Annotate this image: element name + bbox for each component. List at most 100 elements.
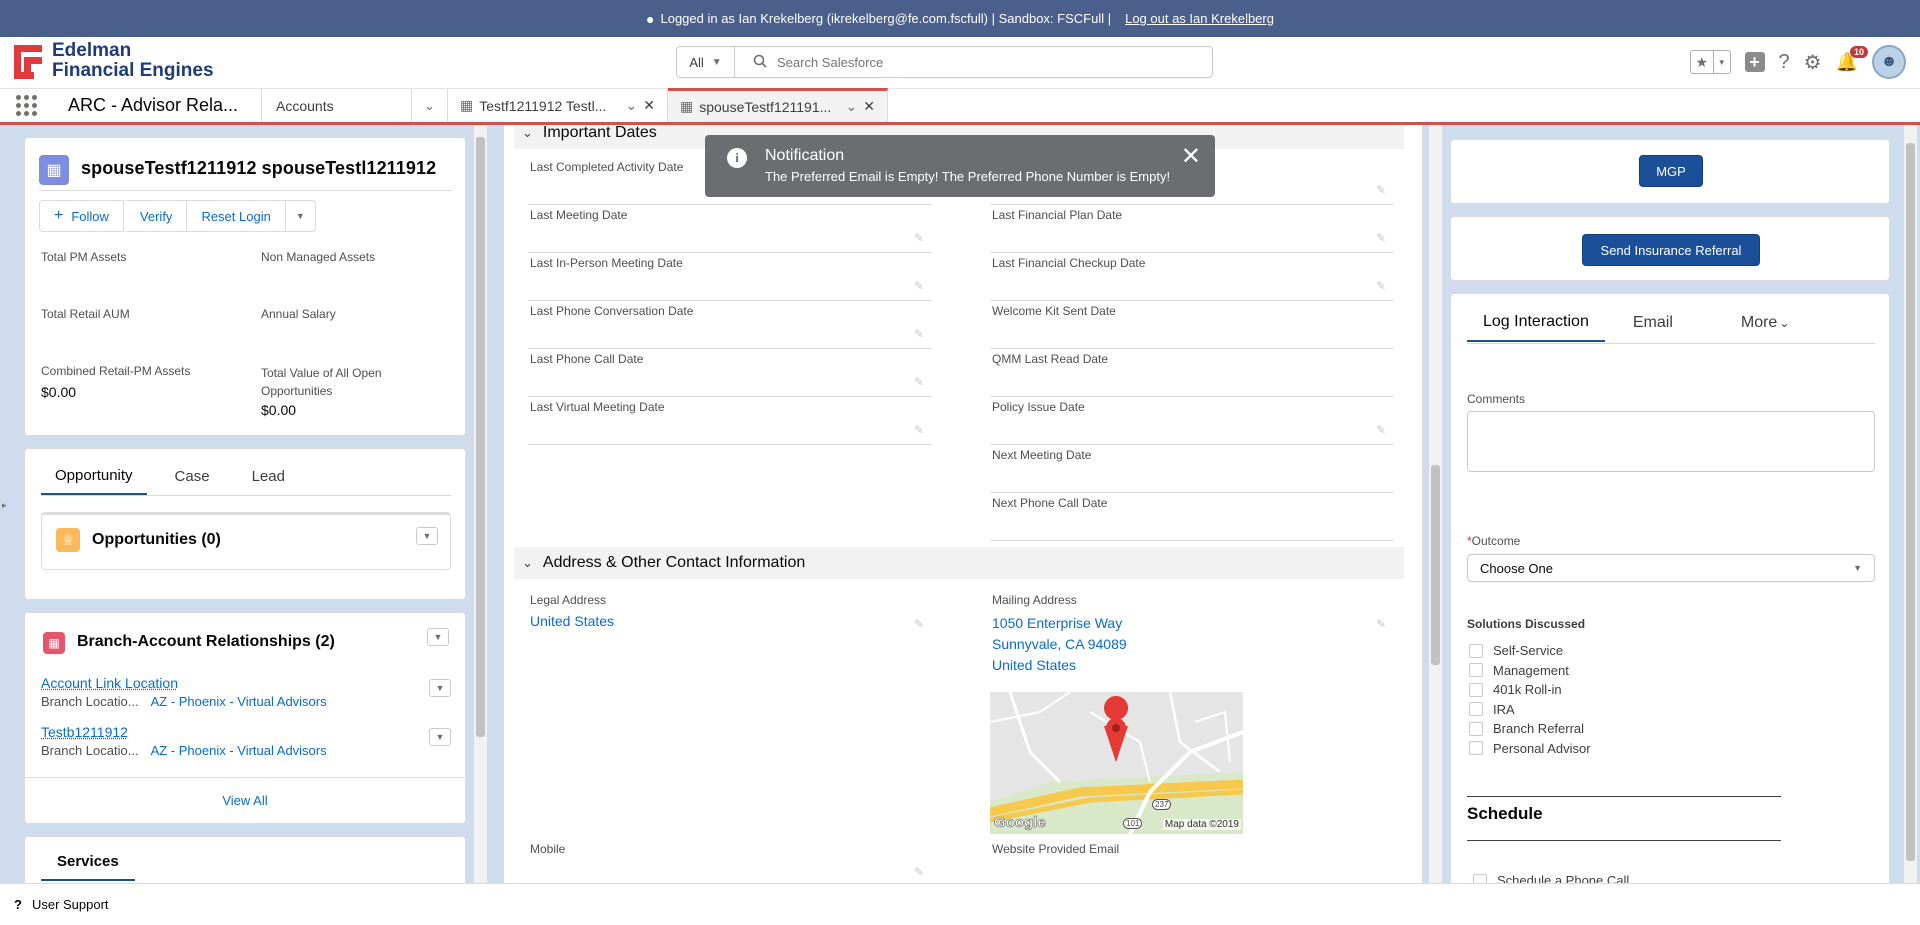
logout-link[interactable]: Log out as Ian Krekelberg: [1125, 11, 1274, 26]
pencil-icon[interactable]: ✎: [1376, 423, 1386, 437]
workspace-tab-1[interactable]: ▦ Testf1211912 Testl... ⌄ ✕: [448, 89, 668, 122]
branch-item-link[interactable]: Testb1211912: [41, 724, 451, 740]
more-actions-button[interactable]: ▼: [285, 200, 316, 232]
item-menu-button[interactable]: ▼: [429, 679, 451, 697]
field-policy-issue-date: Policy Issue Date ✎: [990, 397, 1394, 445]
field-last-phone-call-date: Last Phone Call Date ✎: [528, 349, 932, 397]
mgp-button[interactable]: MGP: [1639, 155, 1703, 187]
pencil-icon[interactable]: ✎: [914, 375, 924, 389]
highlight-field: Combined Retail-PM Assets $0.00: [41, 364, 191, 400]
pencil-icon[interactable]: ✎: [914, 327, 924, 341]
pencil-icon[interactable]: ✎: [1376, 231, 1386, 245]
pencil-icon[interactable]: ✎: [1376, 617, 1386, 631]
nav-item-accounts[interactable]: Accounts: [262, 89, 412, 122]
tab-email[interactable]: Email: [1613, 304, 1693, 342]
tab-more[interactable]: More ⌄: [1721, 304, 1810, 342]
checkbox-box[interactable]: [1469, 663, 1483, 678]
header-utilities: ★ ▼ + ? ⚙ 🔔 10 ☻: [1689, 45, 1906, 79]
reset-login-button[interactable]: Reset Login: [187, 200, 286, 232]
address-map[interactable]: Google 237 101 Map data ©2019: [990, 692, 1243, 834]
outcome-label: *Outcome: [1467, 534, 1521, 548]
map-graphic: [990, 692, 1243, 834]
branch-item-link[interactable]: Account Link Location: [41, 675, 451, 691]
verify-button[interactable]: Verify: [125, 200, 188, 232]
close-icon[interactable]: ✕: [863, 98, 875, 115]
center-scrollbar[interactable]: [1429, 125, 1442, 883]
opportunities-menu-button[interactable]: ▼: [416, 527, 438, 545]
pencil-icon[interactable]: ✎: [1376, 279, 1386, 293]
pencil-icon[interactable]: ✎: [914, 231, 924, 245]
view-all-link[interactable]: View All: [25, 793, 465, 808]
checkbox-management[interactable]: Management: [1469, 661, 1591, 681]
app-launcher-icon[interactable]: [0, 89, 52, 122]
highlight-field: Annual Salary: [261, 307, 336, 321]
add-icon[interactable]: +: [1744, 52, 1765, 72]
item-menu-button[interactable]: ▼: [429, 728, 451, 746]
mailing-address-link[interactable]: 1050 Enterprise Way Sunnyvale, CA 94089 …: [990, 613, 1394, 676]
chevron-down-icon[interactable]: ⌄: [846, 98, 858, 115]
send-insurance-referral-button[interactable]: Send Insurance Referral: [1582, 234, 1760, 266]
opportunities-related-list: ♕ Opportunities (0) ▼: [41, 512, 451, 570]
help-icon[interactable]: ?: [1779, 51, 1790, 74]
bell-icon[interactable]: 🔔 10: [1836, 45, 1868, 73]
avatar[interactable]: ☻: [1872, 45, 1906, 79]
tab-case[interactable]: Case: [161, 457, 224, 495]
chevron-down-icon[interactable]: ⌄: [412, 89, 448, 122]
follow-button[interactable]: + Follow: [39, 200, 124, 232]
comments-textarea[interactable]: [1467, 411, 1875, 472]
pencil-icon[interactable]: ✎: [914, 279, 924, 293]
branch-relationships-card: ▦ Branch-Account Relationships (2) ▼ Acc…: [24, 612, 466, 824]
tab-opportunity[interactable]: Opportunity: [41, 457, 147, 495]
collapse-utility-arrow[interactable]: ▸: [2, 500, 7, 511]
tab-log-interaction[interactable]: Log Interaction: [1467, 304, 1605, 342]
section-address-contact[interactable]: ⌄ Address & Other Contact Information: [514, 547, 1404, 579]
list-item: Account Link Location Branch Locatio... …: [41, 675, 451, 709]
checkbox-branch-referral[interactable]: Branch Referral: [1469, 719, 1591, 739]
checkbox-box[interactable]: [1469, 741, 1483, 756]
chevron-down-icon[interactable]: ⌄: [626, 97, 638, 114]
gear-icon[interactable]: ⚙: [1804, 50, 1822, 75]
record-title: spouseTestf1211912 spouseTestl1211912: [81, 158, 437, 178]
checkbox-401k-roll-in[interactable]: 401k Roll-in: [1469, 680, 1591, 700]
highlight-field: Total Retail AUM: [41, 307, 130, 321]
record-highlights-card: ▦ spouseTestf1211912 spouseTestl1211912 …: [24, 137, 466, 436]
solutions-checkbox-group: Self-Service Management 401k Roll-in IRA…: [1469, 641, 1591, 758]
pencil-icon[interactable]: ✎: [914, 865, 924, 879]
favorites-button[interactable]: ★ ▼: [1689, 50, 1731, 74]
search-input[interactable]: [777, 54, 1212, 70]
search-scope-dropdown[interactable]: All ▼: [677, 47, 735, 77]
close-icon[interactable]: ✕: [643, 97, 655, 114]
tab-services[interactable]: Services: [41, 843, 135, 881]
close-icon[interactable]: ✕: [1181, 145, 1201, 169]
help-icon: ?: [14, 897, 22, 912]
checkbox-personal-advisor[interactable]: Personal Advisor: [1469, 739, 1591, 759]
banner-text: Logged in as Ian Krekelberg (ikrekelberg…: [660, 11, 1112, 26]
pencil-icon[interactable]: ✎: [914, 617, 924, 631]
branch-menu-button[interactable]: ▼: [427, 628, 449, 646]
legal-address-link[interactable]: United States: [528, 613, 932, 629]
outcome-select[interactable]: Choose One ▼: [1467, 554, 1875, 582]
scroll-thumb[interactable]: [1906, 143, 1915, 861]
checkbox-box[interactable]: [1469, 721, 1483, 736]
divider-line: [1467, 796, 1781, 797]
tab-lead[interactable]: Lead: [238, 457, 299, 495]
left-scrollbar[interactable]: [474, 125, 487, 883]
checkbox-box[interactable]: [1469, 682, 1483, 697]
scroll-thumb[interactable]: [1431, 465, 1440, 665]
checkbox-ira[interactable]: IRA: [1469, 700, 1591, 720]
scroll-thumb[interactable]: [476, 137, 485, 737]
pencil-icon[interactable]: ✎: [1376, 183, 1386, 197]
right-scrollbar[interactable]: [1904, 125, 1917, 883]
checkbox-self-service[interactable]: Self-Service: [1469, 641, 1591, 661]
opportunities-title[interactable]: Opportunities (0): [92, 531, 221, 549]
branch-title[interactable]: Branch-Account Relationships (2): [77, 633, 335, 651]
brand-logo[interactable]: Edelman Financial Engines: [14, 41, 214, 81]
checkbox-box[interactable]: [1469, 702, 1483, 717]
logo-text: Edelman Financial Engines: [52, 40, 214, 81]
user-support-item[interactable]: User Support: [32, 897, 109, 912]
workspace-tab-2[interactable]: ▦ spouseTestf121191... ⌄ ✕: [668, 88, 888, 122]
checkbox-box[interactable]: [1469, 643, 1483, 658]
pencil-icon[interactable]: ✎: [914, 423, 924, 437]
record-detail-panel: ⌄ Important Dates Last Completed Activit…: [503, 125, 1423, 883]
account-icon: ▦: [680, 98, 694, 114]
